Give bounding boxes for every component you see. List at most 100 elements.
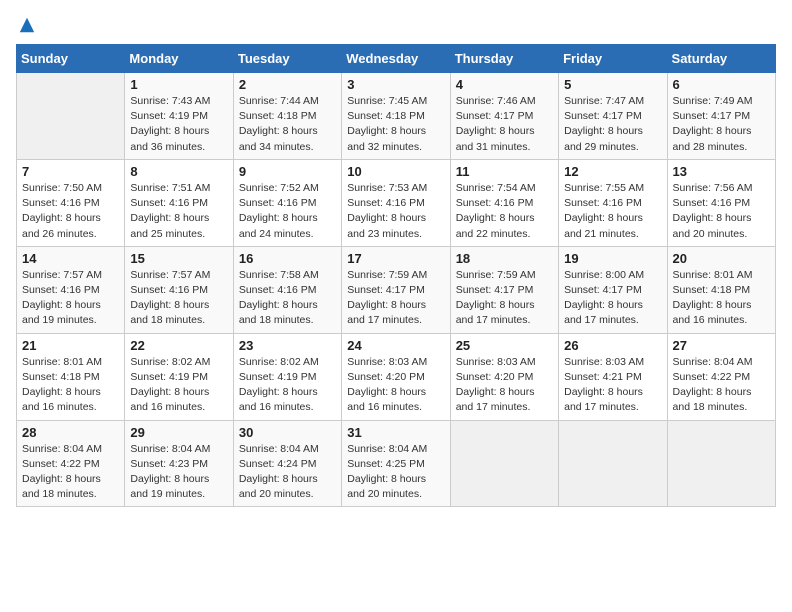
calendar-cell: 25 Sunrise: 8:03 AM Sunset: 4:20 PM Dayli… (450, 333, 558, 420)
day-info: Sunrise: 7:51 AM Sunset: 4:16 PM Dayligh… (130, 181, 227, 242)
calendar-cell: 16 Sunrise: 7:58 AM Sunset: 4:16 PM Dayli… (233, 246, 341, 333)
day-number: 13 (673, 164, 770, 179)
calendar-cell: 23 Sunrise: 8:02 AM Sunset: 4:19 PM Dayli… (233, 333, 341, 420)
calendar-cell: 20 Sunrise: 8:01 AM Sunset: 4:18 PM Dayli… (667, 246, 775, 333)
weekday-header-friday: Friday (559, 45, 667, 73)
day-info: Sunrise: 8:01 AM Sunset: 4:18 PM Dayligh… (22, 355, 119, 416)
day-number: 27 (673, 338, 770, 353)
day-number: 12 (564, 164, 661, 179)
weekday-header-sunday: Sunday (17, 45, 125, 73)
calendar-cell (559, 420, 667, 507)
weekday-header-wednesday: Wednesday (342, 45, 450, 73)
day-info: Sunrise: 8:01 AM Sunset: 4:18 PM Dayligh… (673, 268, 770, 329)
calendar-week-row: 7 Sunrise: 7:50 AM Sunset: 4:16 PM Daylig… (17, 159, 776, 246)
day-info: Sunrise: 8:03 AM Sunset: 4:20 PM Dayligh… (347, 355, 444, 416)
day-info: Sunrise: 7:46 AM Sunset: 4:17 PM Dayligh… (456, 94, 553, 155)
day-info: Sunrise: 8:04 AM Sunset: 4:23 PM Dayligh… (130, 442, 227, 503)
calendar-week-row: 21 Sunrise: 8:01 AM Sunset: 4:18 PM Dayli… (17, 333, 776, 420)
weekday-header-monday: Monday (125, 45, 233, 73)
calendar-cell: 17Sunrise: 7:59 AM Sunset: 4:17 PM Dayli… (342, 246, 450, 333)
calendar-cell (450, 420, 558, 507)
day-info: Sunrise: 7:47 AM Sunset: 4:17 PM Dayligh… (564, 94, 661, 155)
day-number: 25 (456, 338, 553, 353)
day-number: 14 (22, 251, 119, 266)
calendar-header-row: SundayMondayTuesdayWednesdayThursdayFrid… (17, 45, 776, 73)
day-number: 9 (239, 164, 336, 179)
day-number: 28 (22, 425, 119, 440)
day-number: 6 (673, 77, 770, 92)
calendar-cell: 8Sunrise: 7:51 AM Sunset: 4:16 PM Daylig… (125, 159, 233, 246)
day-info: Sunrise: 8:00 AM Sunset: 4:17 PM Dayligh… (564, 268, 661, 329)
day-number: 7 (22, 164, 119, 179)
day-number: 3 (347, 77, 444, 92)
calendar-cell: 13 Sunrise: 7:56 AM Sunset: 4:16 PM Dayli… (667, 159, 775, 246)
calendar-cell: 27Sunrise: 8:04 AM Sunset: 4:22 PM Dayli… (667, 333, 775, 420)
day-info: Sunrise: 8:03 AM Sunset: 4:20 PM Dayligh… (456, 355, 553, 416)
day-number: 10 (347, 164, 444, 179)
calendar-cell: 1 Sunrise: 7:43 AM Sunset: 4:19 PM Daylig… (125, 73, 233, 160)
day-info: Sunrise: 8:02 AM Sunset: 4:19 PM Dayligh… (239, 355, 336, 416)
day-number: 29 (130, 425, 227, 440)
logo (16, 16, 36, 32)
day-info: Sunrise: 7:57 AM Sunset: 4:16 PM Dayligh… (130, 268, 227, 329)
calendar-cell: 6 Sunrise: 7:49 AM Sunset: 4:17 PM Daylig… (667, 73, 775, 160)
calendar-cell: 24 Sunrise: 8:03 AM Sunset: 4:20 PM Dayli… (342, 333, 450, 420)
calendar-cell: 19 Sunrise: 8:00 AM Sunset: 4:17 PM Dayli… (559, 246, 667, 333)
calendar-week-row: 28 Sunrise: 8:04 AM Sunset: 4:22 PM Dayli… (17, 420, 776, 507)
calendar-cell: 31Sunrise: 8:04 AM Sunset: 4:25 PM Dayli… (342, 420, 450, 507)
day-number: 30 (239, 425, 336, 440)
calendar-cell: 3 Sunrise: 7:45 AM Sunset: 4:18 PM Daylig… (342, 73, 450, 160)
day-info: Sunrise: 7:54 AM Sunset: 4:16 PM Dayligh… (456, 181, 553, 242)
day-info: Sunrise: 8:04 AM Sunset: 4:22 PM Dayligh… (22, 442, 119, 503)
day-info: Sunrise: 7:45 AM Sunset: 4:18 PM Dayligh… (347, 94, 444, 155)
weekday-header-tuesday: Tuesday (233, 45, 341, 73)
calendar-cell: 2Sunrise: 7:44 AM Sunset: 4:18 PM Daylig… (233, 73, 341, 160)
day-number: 23 (239, 338, 336, 353)
page-header (16, 16, 776, 32)
day-number: 1 (130, 77, 227, 92)
day-info: Sunrise: 7:56 AM Sunset: 4:16 PM Dayligh… (673, 181, 770, 242)
calendar-cell: 18 Sunrise: 7:59 AM Sunset: 4:17 PM Dayli… (450, 246, 558, 333)
day-info: Sunrise: 7:44 AM Sunset: 4:18 PM Dayligh… (239, 94, 336, 155)
day-info: Sunrise: 7:58 AM Sunset: 4:16 PM Dayligh… (239, 268, 336, 329)
day-info: Sunrise: 7:49 AM Sunset: 4:17 PM Dayligh… (673, 94, 770, 155)
calendar-cell: 7 Sunrise: 7:50 AM Sunset: 4:16 PM Daylig… (17, 159, 125, 246)
calendar-cell (667, 420, 775, 507)
day-info: Sunrise: 7:55 AM Sunset: 4:16 PM Dayligh… (564, 181, 661, 242)
day-number: 24 (347, 338, 444, 353)
calendar-week-row: 14 Sunrise: 7:57 AM Sunset: 4:16 PM Dayli… (17, 246, 776, 333)
calendar-cell: 30 Sunrise: 8:04 AM Sunset: 4:24 PM Dayli… (233, 420, 341, 507)
calendar-week-row: 1 Sunrise: 7:43 AM Sunset: 4:19 PM Daylig… (17, 73, 776, 160)
day-number: 26 (564, 338, 661, 353)
day-number: 4 (456, 77, 553, 92)
calendar-cell: 21 Sunrise: 8:01 AM Sunset: 4:18 PM Dayli… (17, 333, 125, 420)
calendar-cell: 26 Sunrise: 8:03 AM Sunset: 4:21 PM Dayli… (559, 333, 667, 420)
day-number: 31 (347, 425, 444, 440)
calendar-cell: 14 Sunrise: 7:57 AM Sunset: 4:16 PM Dayli… (17, 246, 125, 333)
day-number: 20 (673, 251, 770, 266)
calendar-table: SundayMondayTuesdayWednesdayThursdayFrid… (16, 44, 776, 507)
day-info: Sunrise: 7:52 AM Sunset: 4:16 PM Dayligh… (239, 181, 336, 242)
calendar-cell: 29 Sunrise: 8:04 AM Sunset: 4:23 PM Dayli… (125, 420, 233, 507)
day-number: 19 (564, 251, 661, 266)
calendar-cell (17, 73, 125, 160)
day-info: Sunrise: 7:59 AM Sunset: 4:17 PM Dayligh… (456, 268, 553, 329)
day-number: 21 (22, 338, 119, 353)
day-info: Sunrise: 7:50 AM Sunset: 4:16 PM Dayligh… (22, 181, 119, 242)
day-number: 16 (239, 251, 336, 266)
calendar-cell: 28 Sunrise: 8:04 AM Sunset: 4:22 PM Dayli… (17, 420, 125, 507)
day-number: 18 (456, 251, 553, 266)
calendar-cell: 10Sunrise: 7:53 AM Sunset: 4:16 PM Dayli… (342, 159, 450, 246)
calendar-cell: 5 Sunrise: 7:47 AM Sunset: 4:17 PM Daylig… (559, 73, 667, 160)
day-info: Sunrise: 7:57 AM Sunset: 4:16 PM Dayligh… (22, 268, 119, 329)
day-info: Sunrise: 7:43 AM Sunset: 4:19 PM Dayligh… (130, 94, 227, 155)
day-info: Sunrise: 8:04 AM Sunset: 4:24 PM Dayligh… (239, 442, 336, 503)
calendar-cell: 22Sunrise: 8:02 AM Sunset: 4:19 PM Dayli… (125, 333, 233, 420)
day-number: 5 (564, 77, 661, 92)
calendar-cell: 4 Sunrise: 7:46 AM Sunset: 4:17 PM Daylig… (450, 73, 558, 160)
day-info: Sunrise: 8:03 AM Sunset: 4:21 PM Dayligh… (564, 355, 661, 416)
logo-icon (18, 16, 36, 34)
weekday-header-thursday: Thursday (450, 45, 558, 73)
day-number: 15 (130, 251, 227, 266)
day-info: Sunrise: 7:59 AM Sunset: 4:17 PM Dayligh… (347, 268, 444, 329)
